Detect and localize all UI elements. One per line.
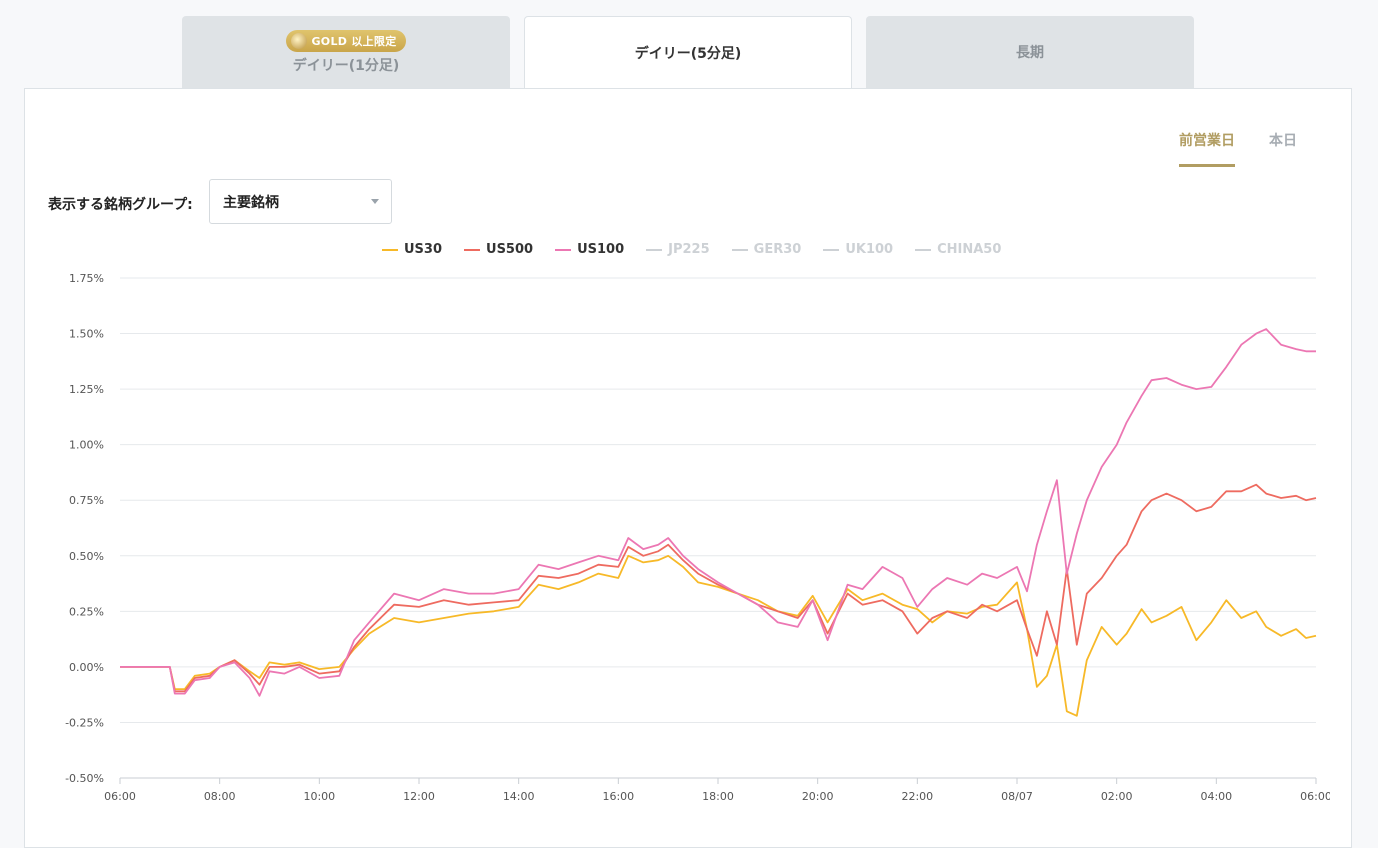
chevron-down-icon xyxy=(371,199,379,204)
previous-day-toggle[interactable]: 前営業日 xyxy=(1179,130,1235,167)
x-tick-label: 18:00 xyxy=(702,790,734,803)
tab-daily-1min[interactable]: GOLD 以上限定 デイリー(1分足) xyxy=(182,16,510,88)
group-select[interactable]: 主要銘柄 xyxy=(209,179,392,224)
legend-item-uk100[interactable]: UK100 xyxy=(823,242,893,257)
legend-item-china50[interactable]: CHINA50 xyxy=(915,242,1001,257)
legend-item-ger30[interactable]: GER30 xyxy=(731,242,802,257)
chart-legend: US30 US500 US100 JP225 GER30 UK100 CHINA50 xyxy=(382,242,1001,257)
legend-swatch xyxy=(646,248,663,251)
legend-swatch xyxy=(731,248,748,251)
legend-label: US500 xyxy=(486,242,534,257)
gold-badge: GOLD 以上限定 xyxy=(286,29,406,52)
legend-item-us100[interactable]: US100 xyxy=(555,242,624,257)
day-toggle: 前営業日 本日 xyxy=(1179,130,1297,167)
legend-item-us500[interactable]: US500 xyxy=(464,242,533,257)
legend-label: US100 xyxy=(577,242,625,257)
legend-swatch xyxy=(464,248,481,251)
y-tick-label: 0.00% xyxy=(69,661,104,674)
y-tick-label: 0.75% xyxy=(69,494,104,507)
x-tick-label: 08:00 xyxy=(204,790,236,803)
tab-label: デイリー(5分足) xyxy=(634,46,742,62)
group-select-label: 表示する銘柄グループ: xyxy=(48,197,193,213)
gold-badge-label: GOLD 以上限定 xyxy=(311,34,397,48)
tab-label: 長期 xyxy=(1016,45,1044,61)
legend-item-jp225[interactable]: JP225 xyxy=(646,242,710,257)
legend-label: JP225 xyxy=(668,242,710,257)
legend-swatch xyxy=(555,248,572,251)
y-tick-label: 1.50% xyxy=(69,328,104,341)
y-tick-label: 1.75% xyxy=(69,272,104,285)
x-tick-label: 22:00 xyxy=(901,790,933,803)
y-tick-label: 0.25% xyxy=(69,605,104,618)
x-tick-label: 04:00 xyxy=(1200,790,1232,803)
y-tick-label: 1.00% xyxy=(69,439,104,452)
today-toggle[interactable]: 本日 xyxy=(1269,130,1297,167)
legend-item-us30[interactable]: US30 xyxy=(382,242,442,257)
group-select-value: 主要銘柄 xyxy=(223,194,279,211)
y-tick-label: 0.50% xyxy=(69,550,104,563)
x-tick-label: 06:00 xyxy=(1300,790,1330,803)
x-tick-label: 16:00 xyxy=(602,790,634,803)
x-tick-label: 14:00 xyxy=(503,790,535,803)
x-tick-label: 12:00 xyxy=(403,790,435,803)
legend-swatch xyxy=(382,248,398,251)
y-tick-label: -0.25% xyxy=(65,716,104,729)
series-line-us30 xyxy=(120,554,1317,717)
x-tick-label: 10:00 xyxy=(303,790,335,803)
y-tick-label: -0.50% xyxy=(65,772,104,785)
legend-swatch xyxy=(823,248,840,251)
tab-daily-5min[interactable]: デイリー(5分足) xyxy=(524,16,852,89)
x-tick-label: 08/07 xyxy=(1001,790,1033,803)
legend-label: UK100 xyxy=(845,242,894,257)
series-line-us100 xyxy=(120,328,1316,697)
legend-label: CHINA50 xyxy=(937,242,1002,257)
x-tick-label: 06:00 xyxy=(104,790,136,803)
tab-label: デイリー(1分足) xyxy=(292,57,400,74)
legend-label: US30 xyxy=(404,242,443,257)
tab-long-term[interactable]: 長期 xyxy=(866,16,1194,88)
x-tick-label: 02:00 xyxy=(1101,790,1133,803)
legend-swatch xyxy=(915,248,932,251)
y-tick-label: 1.25% xyxy=(69,383,104,396)
line-chart: 1.75% 1.50% 1.25% 1.00% 0.75% 0.50% 0.25% 0.00%… xyxy=(65,272,1330,803)
series-line-us500 xyxy=(120,483,1317,693)
legend-label: GER30 xyxy=(753,242,802,257)
x-tick-label: 20:00 xyxy=(802,790,834,803)
gold-coin-icon xyxy=(291,32,308,49)
